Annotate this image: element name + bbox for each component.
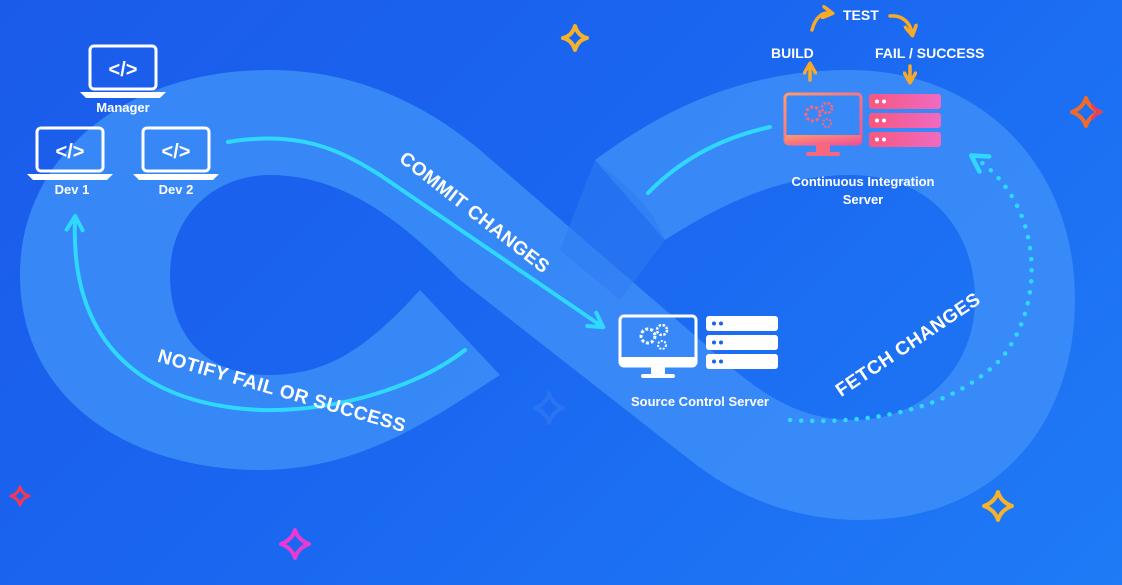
sparkle-icon xyxy=(982,490,1014,522)
svg-text:</>: </> xyxy=(109,59,138,81)
test-arrow-icon xyxy=(810,13,830,32)
manager-laptop-icon: </> xyxy=(80,44,166,98)
svg-text:</>: </> xyxy=(56,141,85,163)
svg-text:</>: </> xyxy=(162,141,191,163)
sparkle-icon xyxy=(9,485,31,507)
source-control-server-icon xyxy=(706,316,778,369)
sparkle-icon xyxy=(561,24,589,52)
manager-label: Manager xyxy=(96,100,150,115)
result-arrow-icon xyxy=(888,14,912,33)
result-label: FAIL / SUCCESS xyxy=(875,45,985,61)
ci-server-icon xyxy=(869,94,941,147)
devops-infinity-diagram: </> </> </> xyxy=(9,0,1105,560)
dev1-label: Dev 1 xyxy=(54,182,90,197)
dev2-label: Dev 2 xyxy=(158,182,194,197)
ci-server-label-line2: Server xyxy=(842,192,884,207)
sparkle-icon xyxy=(1070,96,1105,128)
test-label: TEST xyxy=(843,7,879,23)
ci-server-label-line1: Continuous Integration xyxy=(791,174,935,189)
sparkle-icon xyxy=(279,528,311,560)
sparkle-icon xyxy=(533,391,565,425)
build-label: BUILD xyxy=(771,45,814,61)
source-control-label: Source Control Server xyxy=(631,394,769,409)
